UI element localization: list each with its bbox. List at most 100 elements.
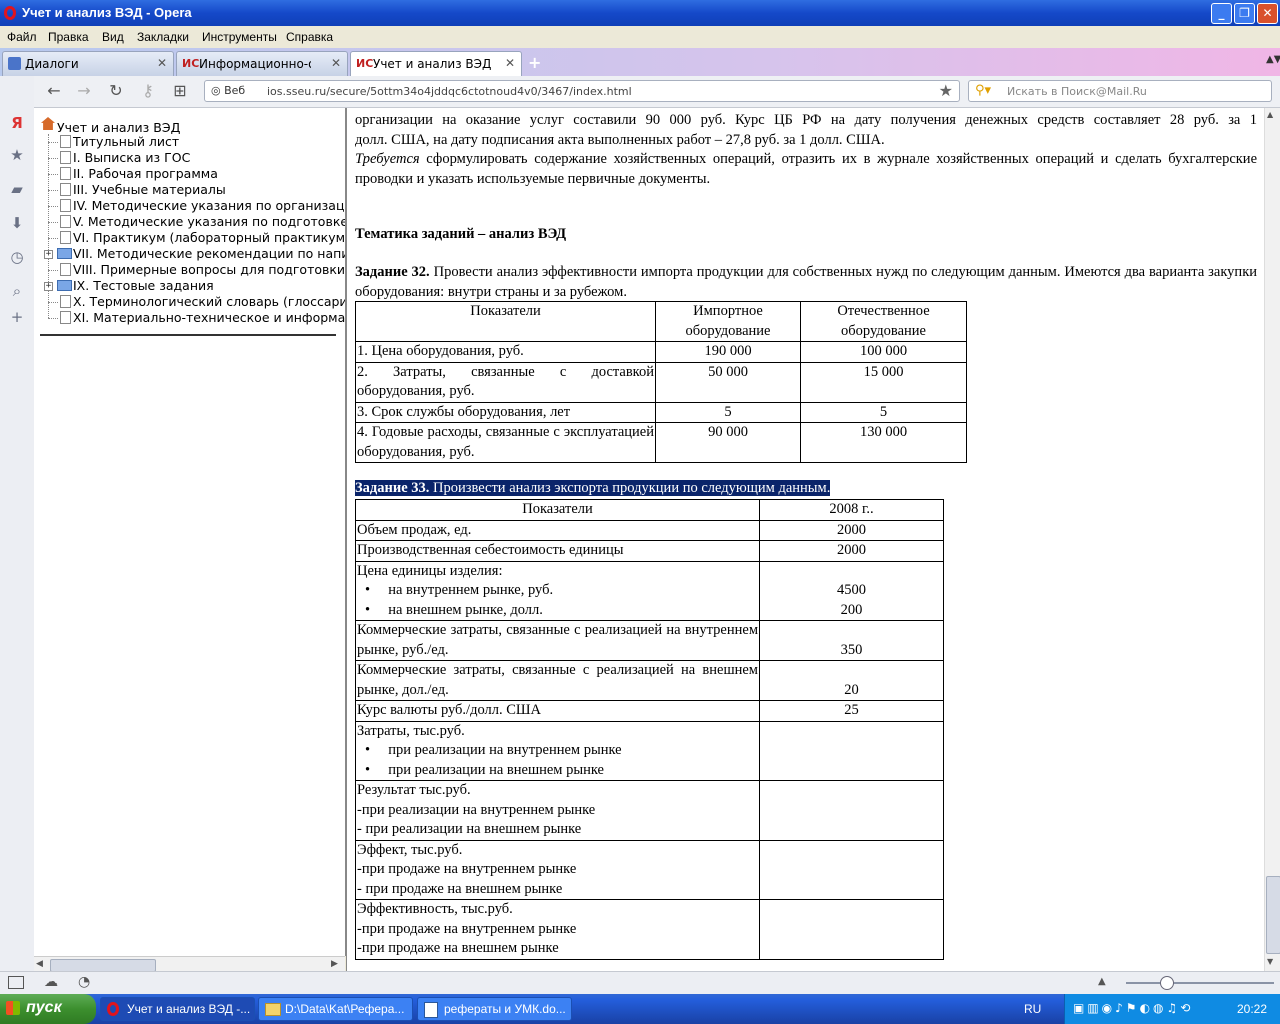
window-titlebar: Учет и анализ ВЭД - Opera _ ❐ ✕ (0, 0, 1280, 26)
yandex-icon[interactable]: Я (8, 114, 26, 132)
web-badge[interactable]: ◎ Веб (211, 84, 245, 97)
tray-icons[interactable]: ▣▥◉♪⚑◐◍♫⟲ (1073, 1001, 1193, 1015)
tree-item-method-prep[interactable]: V. Методические указания по подготовке (73, 214, 345, 229)
table-cell: 25 (759, 700, 944, 722)
history-clock-icon[interactable]: ◷ (8, 248, 26, 266)
bookmark-star-icon[interactable]: ★ (939, 81, 953, 100)
address-field[interactable]: ◎ Веб ios.sseu.ru/secure/5ottm34o4jddqc6… (204, 80, 960, 102)
table-cell: Цена единицы изделия: • на внутреннем ры… (355, 560, 760, 621)
content-vertical-scrollbar[interactable]: ▲ ▼ (1264, 108, 1280, 972)
table-cell: Результат тыс.руб. -при реализации на вн… (355, 780, 760, 841)
url-text[interactable]: ios.sseu.ru/secure/5ottm34o4jddqc6ctotno… (267, 85, 632, 98)
opera-icon (107, 1002, 119, 1016)
expand-plus-icon[interactable]: + (44, 282, 53, 291)
speedometer-icon[interactable]: ◔ (78, 974, 90, 990)
close-tab-icon[interactable]: ✕ (505, 56, 515, 70)
language-indicator[interactable]: RU (1024, 1002, 1041, 1016)
scroll-left-icon[interactable]: ◀ (36, 959, 47, 970)
downloads-icon[interactable]: ⬇ (8, 214, 26, 232)
document-icon (60, 215, 71, 228)
tree-item-practicum[interactable]: VI. Практикум (лабораторный практикум) (73, 230, 345, 245)
folder-icon (57, 280, 72, 291)
cell-line: Результат тыс.руб. (357, 782, 471, 798)
task-label: Задание 32. (355, 264, 430, 280)
taskbar-word[interactable]: рефераты и УМК.do... (417, 997, 572, 1021)
menu-bookmarks[interactable]: Закладки (137, 30, 189, 44)
table-export: Показатели 2008 г.. Объем продаж, ед. 20… (355, 499, 944, 960)
cell-line: - при реализации на внешнем рынке (357, 821, 582, 837)
tree-item-title-page[interactable]: Титульный лист (73, 134, 179, 149)
panel-toggle-icon[interactable] (8, 976, 24, 989)
cell-line: при реализации на внутреннем рынке (388, 742, 622, 758)
tree-divider (40, 334, 336, 336)
taskbar-opera[interactable]: Учет и анализ ВЭД -... (100, 997, 255, 1021)
tree-line (48, 318, 58, 319)
menu-file[interactable]: Файл (7, 30, 37, 44)
tree-root[interactable]: Учет и анализ ВЭД (57, 120, 180, 135)
table-cell: Коммерческие затраты, связанные с реализ… (355, 620, 760, 661)
tree-item-method-org[interactable]: IV. Методические указания по организац (73, 198, 344, 213)
tree-line (48, 174, 58, 175)
zoom-slider[interactable] (1126, 982, 1274, 984)
menu-tools[interactable]: Инструменты (202, 30, 277, 44)
search-field[interactable]: ⚲▾ Искать в Поиск@Mail.Ru (968, 80, 1272, 102)
tree-item-tests[interactable]: IX. Тестовые задания (73, 278, 214, 293)
task-text: Провести анализ эффективности импорта пр… (355, 264, 1257, 300)
speed-dial-grid-icon[interactable]: ⊞ (170, 81, 190, 101)
table-cell: 5 (800, 401, 967, 423)
forward-arrow-icon[interactable]: → (74, 81, 94, 101)
selected-text[interactable]: Задание 33. Произвести анализ экспорта п… (355, 480, 831, 496)
minimize-button[interactable]: _ (1211, 3, 1232, 24)
start-button[interactable]: пуск (0, 994, 96, 1024)
table-cell (759, 899, 944, 960)
tree-item-program[interactable]: II. Рабочая программа (73, 166, 218, 181)
expand-plus-icon[interactable]: + (44, 250, 53, 259)
search-engine-icon[interactable]: ⚲▾ (975, 83, 991, 98)
search-panel-icon[interactable]: ⌕ (8, 282, 26, 300)
tree-item-glossary[interactable]: X. Терминологический словарь (глоссарий (73, 294, 345, 309)
cloud-icon[interactable]: ☁ (44, 974, 58, 990)
tree-line (48, 142, 58, 143)
reload-icon[interactable]: ↻ (106, 81, 126, 101)
add-panel-icon[interactable]: + (8, 308, 26, 326)
maximize-button[interactable]: ❐ (1234, 3, 1255, 24)
scroll-up-icon[interactable]: ▲ (1267, 110, 1278, 121)
cell-line: Затраты, тыс.руб. (357, 722, 465, 739)
tree-item-recommendations[interactable]: VII. Методические рекомендации по напи (73, 246, 345, 261)
scroll-right-icon[interactable]: ▶ (331, 959, 342, 970)
close-window-button[interactable]: ✕ (1257, 3, 1278, 24)
cell-line: на внутреннем рынке, руб. (388, 582, 554, 598)
cell-line: на внешнем рынке, долл. (388, 601, 543, 618)
scroll-thumb[interactable] (1266, 876, 1280, 954)
scroll-down-icon[interactable]: ▼ (1267, 957, 1278, 968)
tree-item-material-support[interactable]: XI. Материально-техническое и информа (73, 310, 345, 325)
document-icon (60, 295, 71, 308)
taskbar-explorer[interactable]: D:\Data\Kat\Рефера... (258, 997, 413, 1021)
table-cell: 50 000 (655, 361, 801, 403)
clock[interactable]: 20:22 (1237, 1002, 1267, 1016)
tree-item-materials[interactable]: III. Учебные материалы (73, 182, 226, 197)
bookmarks-star-icon[interactable]: ★ (8, 146, 26, 164)
table-cell: 350 (759, 620, 944, 661)
tab-active-ved[interactable]: ИС Учет и анализ ВЭД ✕ (350, 51, 522, 77)
tree-item-questions[interactable]: VIII. Примерные вопросы для подготовки (73, 262, 345, 277)
tab-info-portal[interactable]: ИС Информационно-образо... ✕ (176, 51, 348, 76)
view-toggle-icon[interactable]: ▲ (1098, 976, 1106, 987)
close-tab-icon[interactable]: ✕ (331, 56, 341, 70)
menu-edit[interactable]: Правка (48, 30, 89, 44)
tree-item-gos[interactable]: I. Выписка из ГОС (73, 150, 190, 165)
zoom-slider-thumb[interactable] (1160, 976, 1174, 990)
menu-view[interactable]: Вид (102, 30, 124, 44)
key-icon[interactable]: ⚷ (138, 81, 158, 101)
notes-icon[interactable]: ▰ (8, 180, 26, 198)
menu-help[interactable]: Справка (286, 30, 333, 44)
close-tab-icon[interactable]: ✕ (157, 56, 167, 70)
table-cell: 1. Цена оборудования, руб. (355, 341, 656, 363)
tab-list-icon[interactable]: ▲▼ (1266, 54, 1280, 65)
new-tab-button[interactable]: + (528, 53, 541, 72)
table-header: Отечественное оборудование (800, 301, 967, 342)
table-cell: 2. Затраты, связанные с доставкой оборуд… (355, 361, 656, 403)
back-arrow-icon[interactable]: ← (44, 81, 64, 101)
tab-dialogs[interactable]: Диалоги ✕ (2, 51, 174, 76)
paragraph-rate: организации на оказание услуг составили … (355, 111, 1257, 150)
